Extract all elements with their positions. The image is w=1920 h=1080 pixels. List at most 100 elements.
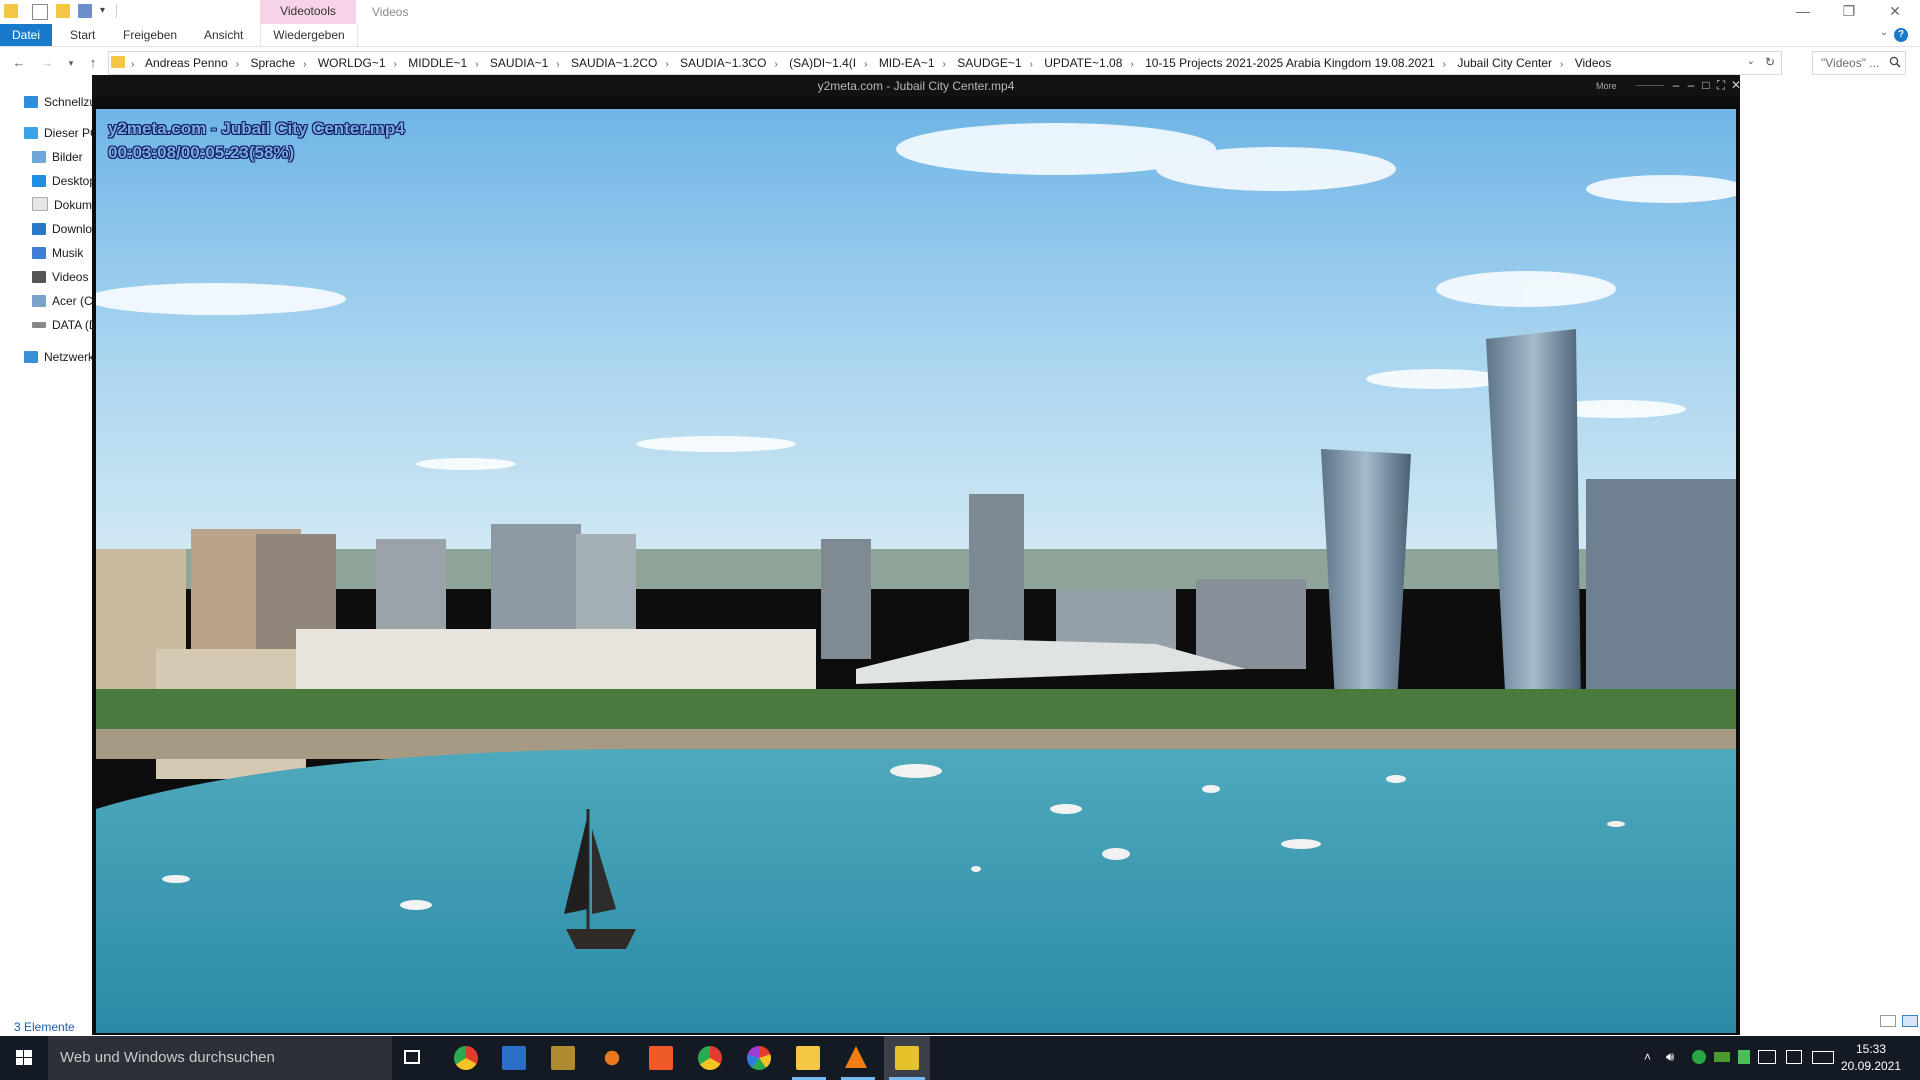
tab-start[interactable]: Start — [70, 24, 95, 46]
maximize-icon[interactable]: □ — [1700, 79, 1712, 91]
nav-item-acer[interactable]: Acer (C:) — [32, 291, 100, 311]
network-icon[interactable] — [1758, 1050, 1776, 1064]
chrome-icon[interactable] — [454, 1046, 478, 1070]
restore-button[interactable]: ❐ — [1826, 0, 1872, 24]
clock[interactable]: 15:33 20.09.2021 — [1836, 1041, 1906, 1075]
nav-item-label: Musik — [52, 246, 84, 260]
search-icon[interactable] — [1889, 56, 1901, 68]
security-icon[interactable] — [1692, 1050, 1706, 1064]
breadcrumb-item[interactable]: MID-EA~1 — [879, 56, 935, 70]
close-icon[interactable]: ✕ — [1730, 79, 1742, 91]
documents-icon — [32, 197, 48, 211]
player-title-bar[interactable]: y2meta.com - Jubail City Center.mp4 More… — [92, 75, 1742, 97]
tab-ansicht[interactable]: Ansicht — [204, 24, 243, 46]
refresh-icon[interactable]: ↻ — [1765, 55, 1775, 69]
file-explorer-icon[interactable] — [796, 1046, 820, 1070]
photo-viewer-icon[interactable] — [551, 1046, 575, 1070]
tab-datei[interactable]: Datei — [0, 24, 52, 46]
keyboard-icon[interactable] — [1812, 1051, 1834, 1064]
minimize-button[interactable]: — — [1780, 0, 1826, 24]
nav-item-label: Dieser PC — [44, 126, 99, 140]
separator-icon: › — [1029, 59, 1033, 70]
rename-icon[interactable] — [78, 4, 92, 18]
app-icon[interactable] — [604, 1050, 620, 1066]
drive-icon — [32, 322, 46, 328]
computer-icon — [24, 127, 38, 139]
minimize-icon[interactable]: – — [1670, 79, 1682, 91]
action-center-icon[interactable] — [1786, 1050, 1802, 1064]
separator-icon: › — [393, 59, 397, 70]
task-view-icon[interactable] — [404, 1050, 420, 1064]
windows-start-icon[interactable] — [0, 1036, 48, 1080]
details-view-icon[interactable] — [1880, 1015, 1896, 1027]
fullscreen-icon[interactable]: ⛶ — [1715, 79, 1727, 91]
osd-filename: y2meta.com - Jubail City Center.mp4 — [108, 119, 405, 138]
breadcrumb-item[interactable]: Sprache — [250, 56, 295, 70]
volume-slider[interactable] — [1636, 85, 1664, 86]
nav-item-dieser-pc[interactable]: Dieser PC — [24, 123, 99, 143]
breadcrumb-item[interactable]: (SA)DI~1.4(I — [789, 56, 856, 70]
media-player-icon[interactable] — [895, 1046, 919, 1070]
clock-time: 15:33 — [1855, 1042, 1887, 1056]
nav-item-musik[interactable]: Musik — [32, 243, 83, 263]
chrome-icon[interactable] — [698, 1046, 722, 1070]
vlc-icon[interactable] — [845, 1046, 867, 1068]
office-icon[interactable] — [649, 1046, 673, 1070]
breadcrumb-item[interactable]: SAUDIA~1 — [490, 56, 548, 70]
separator-icon: › — [1442, 59, 1446, 70]
properties-icon[interactable] — [32, 4, 48, 20]
ribbon-expand-icon[interactable]: ⌄ — [1880, 27, 1888, 38]
ribbon-tabs: Datei Start Freigeben Ansicht Wiedergebe… — [0, 24, 1920, 47]
address-dropdown-icon[interactable]: ⌄ — [1747, 56, 1755, 67]
back-arrow-icon[interactable]: ← — [10, 54, 28, 72]
music-icon — [32, 247, 46, 259]
videos-icon — [32, 271, 46, 283]
separator-icon: › — [942, 59, 946, 70]
breadcrumb-item[interactable]: 10-15 Projects 2021-2025 Arabia Kingdom … — [1145, 56, 1435, 70]
nvidia-icon[interactable] — [1714, 1052, 1730, 1062]
breadcrumb-item[interactable]: SAUDIA~1.3CO — [680, 56, 766, 70]
nav-item-bilder[interactable]: Bilder — [32, 147, 83, 167]
up-arrow-icon[interactable]: ↑ — [84, 54, 102, 72]
quick-access-dropdown-icon[interactable]: ▾ — [100, 5, 105, 16]
compact-icon[interactable]: – — [1685, 79, 1697, 91]
desktop-icon — [32, 175, 46, 187]
tab-wiedergeben[interactable]: Wiedergeben — [260, 24, 358, 46]
window-title: Videos — [372, 5, 409, 19]
volume-icon[interactable]: 🔊︎ — [1666, 1049, 1674, 1065]
tab-freigeben[interactable]: Freigeben — [123, 24, 177, 46]
large-icons-view-icon[interactable] — [1902, 1015, 1918, 1027]
app-tray-icon[interactable] — [1738, 1050, 1750, 1064]
forward-arrow-icon[interactable]: → — [38, 54, 56, 72]
nav-item-netzwerk[interactable]: Netzwerk — [24, 347, 94, 367]
taskbar-search-input[interactable]: Web und Windows durchsuchen — [48, 1036, 392, 1080]
breadcrumb-item[interactable]: SAUDIA~1.2CO — [571, 56, 657, 70]
picasa-icon[interactable] — [747, 1046, 771, 1070]
nav-item-videos[interactable]: Videos — [32, 267, 88, 287]
help-icon[interactable]: ? — [1894, 28, 1908, 42]
breadcrumb-item[interactable]: MIDDLE~1 — [408, 56, 467, 70]
breadcrumb-item[interactable]: Andreas Penno — [145, 56, 228, 70]
separator-icon: › — [1130, 59, 1134, 70]
breadcrumb-item[interactable]: Jubail City Center — [1457, 56, 1552, 70]
breadcrumb-item[interactable]: WORLDG~1 — [318, 56, 386, 70]
more-button[interactable]: More — [1596, 81, 1617, 91]
breadcrumb-item[interactable]: Videos — [1575, 56, 1611, 70]
breadcrumb-item[interactable]: SAUDGE~1 — [957, 56, 1021, 70]
address-bar[interactable]: › Andreas Penno › Sprache › WORLDG~1 › MIDD… — [108, 51, 1782, 75]
video-frame[interactable]: y2meta.com - Jubail City Center.mp4 00:0… — [96, 109, 1736, 1033]
clock-date: 20.09.2021 — [1840, 1059, 1902, 1073]
breadcrumb-item[interactable]: UPDATE~1.08 — [1044, 56, 1122, 70]
divider — [116, 4, 117, 18]
video-player-window[interactable]: y2meta.com - Jubail City Center.mp4 More… — [92, 75, 1742, 1035]
nav-item-desktop[interactable]: Desktop — [32, 171, 96, 191]
separator-icon: › — [556, 59, 560, 70]
new-folder-icon[interactable] — [56, 4, 70, 18]
recent-locations-icon[interactable]: ▾ — [62, 54, 80, 72]
search-input[interactable]: "Videos" ... — [1812, 51, 1906, 75]
context-tab-group: Videotools — [260, 0, 356, 24]
tray-expand-icon[interactable]: ˄ — [1644, 1050, 1651, 1064]
paint-icon[interactable] — [502, 1046, 526, 1070]
close-button[interactable]: ✕ — [1872, 0, 1918, 24]
status-item-count: 3 Elemente — [14, 1020, 75, 1034]
